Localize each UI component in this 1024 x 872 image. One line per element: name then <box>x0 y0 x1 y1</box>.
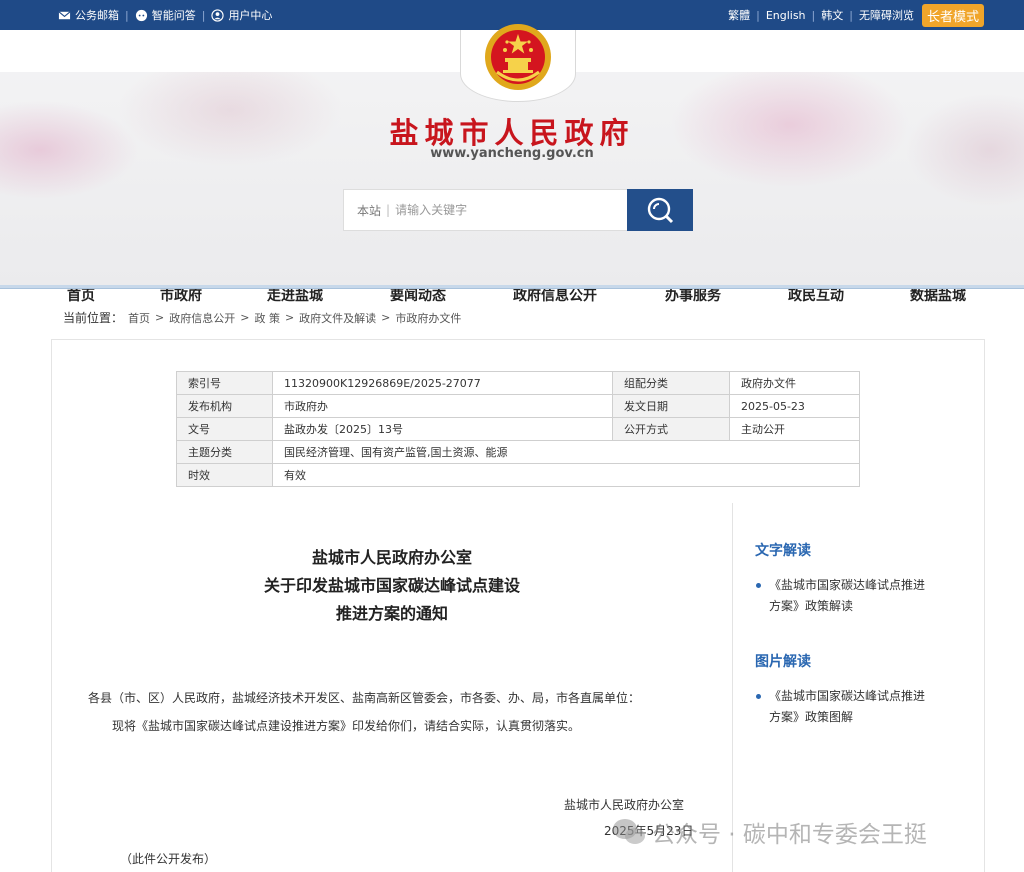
bullet-icon <box>756 583 761 588</box>
site-url: www.yancheng.gov.cn <box>430 146 594 161</box>
image-interpretation-label: 《盐城市国家碳达峰试点推进方案》政策图解 <box>769 689 926 724</box>
table-row: 发布机构 市政府办 发文日期 2025-05-23 <box>176 394 860 418</box>
separator: | <box>849 8 853 22</box>
mail-label: 公务邮箱 <box>75 9 119 22</box>
table-row: 索引号 11320900K12926869E/2025-27077 组配分类 政… <box>176 371 860 395</box>
meta-key: 组配分类 <box>612 371 730 395</box>
nav-underline <box>0 285 1024 289</box>
breadcrumb-separator: > <box>284 311 295 324</box>
qa-link[interactable]: 智能问答 <box>135 7 196 23</box>
meta-value: 政府办文件 <box>729 371 860 395</box>
breadcrumb-policy-docs[interactable]: 政府文件及解读 <box>299 310 376 326</box>
breadcrumb-office-docs[interactable]: 市政府办文件 <box>395 310 461 326</box>
breadcrumb: 当前位置： 首页 > 政府信息公开 > 政 策 > 政府文件及解读 > 市政府办… <box>63 309 461 326</box>
user-center-label: 用户中心 <box>228 9 273 22</box>
image-interpretation-link[interactable]: 《盐城市国家碳达峰试点推进方案》政策图解 <box>756 686 931 728</box>
document-addressee: 各县（市、区）人民政府，盐城经济技术开发区、盐南高新区管委会，市各委、办、局，市… <box>88 691 641 705</box>
meta-value: 市政府办 <box>272 394 613 418</box>
search-divider: | <box>386 203 391 217</box>
document-note: （此件公开发布） <box>120 852 217 866</box>
watermark: 公众号 · 碳中和专委会王挺 <box>612 815 927 849</box>
meta-key: 公开方式 <box>612 417 730 441</box>
meta-value: 国民经济管理、国有资产监管,国土资源、能源 <box>272 440 860 464</box>
separator: | <box>756 8 760 22</box>
meta-key: 时效 <box>176 463 273 487</box>
mail-icon <box>58 10 71 19</box>
document-title-line: 推进方案的通知 <box>335 604 448 623</box>
meta-key: 文号 <box>176 417 273 441</box>
document-body: 现将《盐城市国家碳达峰试点建设推进方案》印发给你们，请结合实际，认真贯彻落实。 <box>112 719 581 733</box>
breadcrumb-home[interactable]: 首页 <box>128 310 150 326</box>
breadcrumb-lead: 当前位置： <box>63 311 124 325</box>
document-title: 盐城市人民政府办公室 关于印发盐城市国家碳达峰试点建设 推进方案的通知 <box>176 544 608 628</box>
breadcrumb-separator: > <box>155 311 165 324</box>
korean-link[interactable]: 韩文 <box>821 7 843 23</box>
accessibility-link[interactable]: 无障碍浏览 <box>859 7 914 23</box>
meta-key: 索引号 <box>176 371 273 395</box>
bullet-icon <box>756 694 761 699</box>
search-input[interactable] <box>395 203 596 217</box>
wechat-icon <box>613 819 645 844</box>
user-icon <box>211 8 225 22</box>
traditional-chinese-link[interactable]: 繁體 <box>728 7 750 23</box>
top-bar-right: 繁體 | English | 韩文 | 无障碍浏览 长者模式 <box>728 0 984 30</box>
meta-value: 有效 <box>272 463 860 487</box>
meta-value: 11320900K12926869E/2025-27077 <box>272 371 613 395</box>
elder-mode-button[interactable]: 长者模式 <box>921 3 984 27</box>
top-bar-left: 公务邮箱 | 智能问答 | 用户中心 <box>58 0 272 30</box>
meta-value: 2025-05-23 <box>729 394 860 418</box>
separator: | <box>811 8 816 22</box>
document-title-line: 盐城市人民政府办公室 <box>311 548 472 567</box>
meta-value: 盐政办发〔2025〕13号 <box>272 417 613 441</box>
national-emblem-icon <box>485 24 551 90</box>
header-banner: 盐城市人民政府 www.yancheng.gov.cn 本站 | 首页 市政府 … <box>0 24 1024 304</box>
separator: | <box>201 8 206 22</box>
breadcrumb-separator: > <box>381 311 391 324</box>
separator: | <box>125 8 129 22</box>
meta-key: 发布机构 <box>176 394 273 418</box>
search-box: 本站 | <box>343 189 628 231</box>
meta-value: 主动公开 <box>729 417 860 441</box>
search-icon <box>647 197 674 224</box>
user-center-link[interactable]: 用户中心 <box>211 7 272 23</box>
breadcrumb-policy[interactable]: 政 策 <box>254 310 280 326</box>
document-signature: 盐城市人民政府办公室 <box>564 798 685 812</box>
watermark-text: 公众号 · 碳中和专委会王挺 <box>652 822 927 848</box>
text-interpretation-label: 《盐城市国家碳达峰试点推进方案》政策解读 <box>769 578 926 613</box>
mail-link[interactable]: 公务邮箱 <box>58 7 119 23</box>
table-row: 主题分类 国民经济管理、国有资产监管,国土资源、能源 <box>176 440 860 464</box>
meta-key: 主题分类 <box>176 440 273 464</box>
qa-label: 智能问答 <box>151 9 196 22</box>
english-link[interactable]: English <box>766 9 806 22</box>
text-interpretation-link[interactable]: 《盐城市国家碳达峰试点推进方案》政策解读 <box>756 575 931 617</box>
search-scope[interactable]: 本站 <box>357 202 381 219</box>
document-title-line: 关于印发盐城市国家碳达峰试点建设 <box>263 576 520 595</box>
meta-key: 发文日期 <box>612 394 730 418</box>
image-interpretation-heading: 图片解读 <box>755 654 811 670</box>
table-row: 时效 有效 <box>176 463 860 487</box>
table-row: 文号 盐政办发〔2025〕13号 公开方式 主动公开 <box>176 417 860 441</box>
text-interpretation-heading: 文字解读 <box>755 543 811 559</box>
search-button[interactable] <box>627 189 693 231</box>
breadcrumb-disclosure[interactable]: 政府信息公开 <box>169 310 235 326</box>
breadcrumb-separator: > <box>240 311 250 324</box>
chat-bot-icon <box>135 9 147 21</box>
document-metadata-table: 索引号 11320900K12926869E/2025-27077 组配分类 政… <box>176 371 860 487</box>
